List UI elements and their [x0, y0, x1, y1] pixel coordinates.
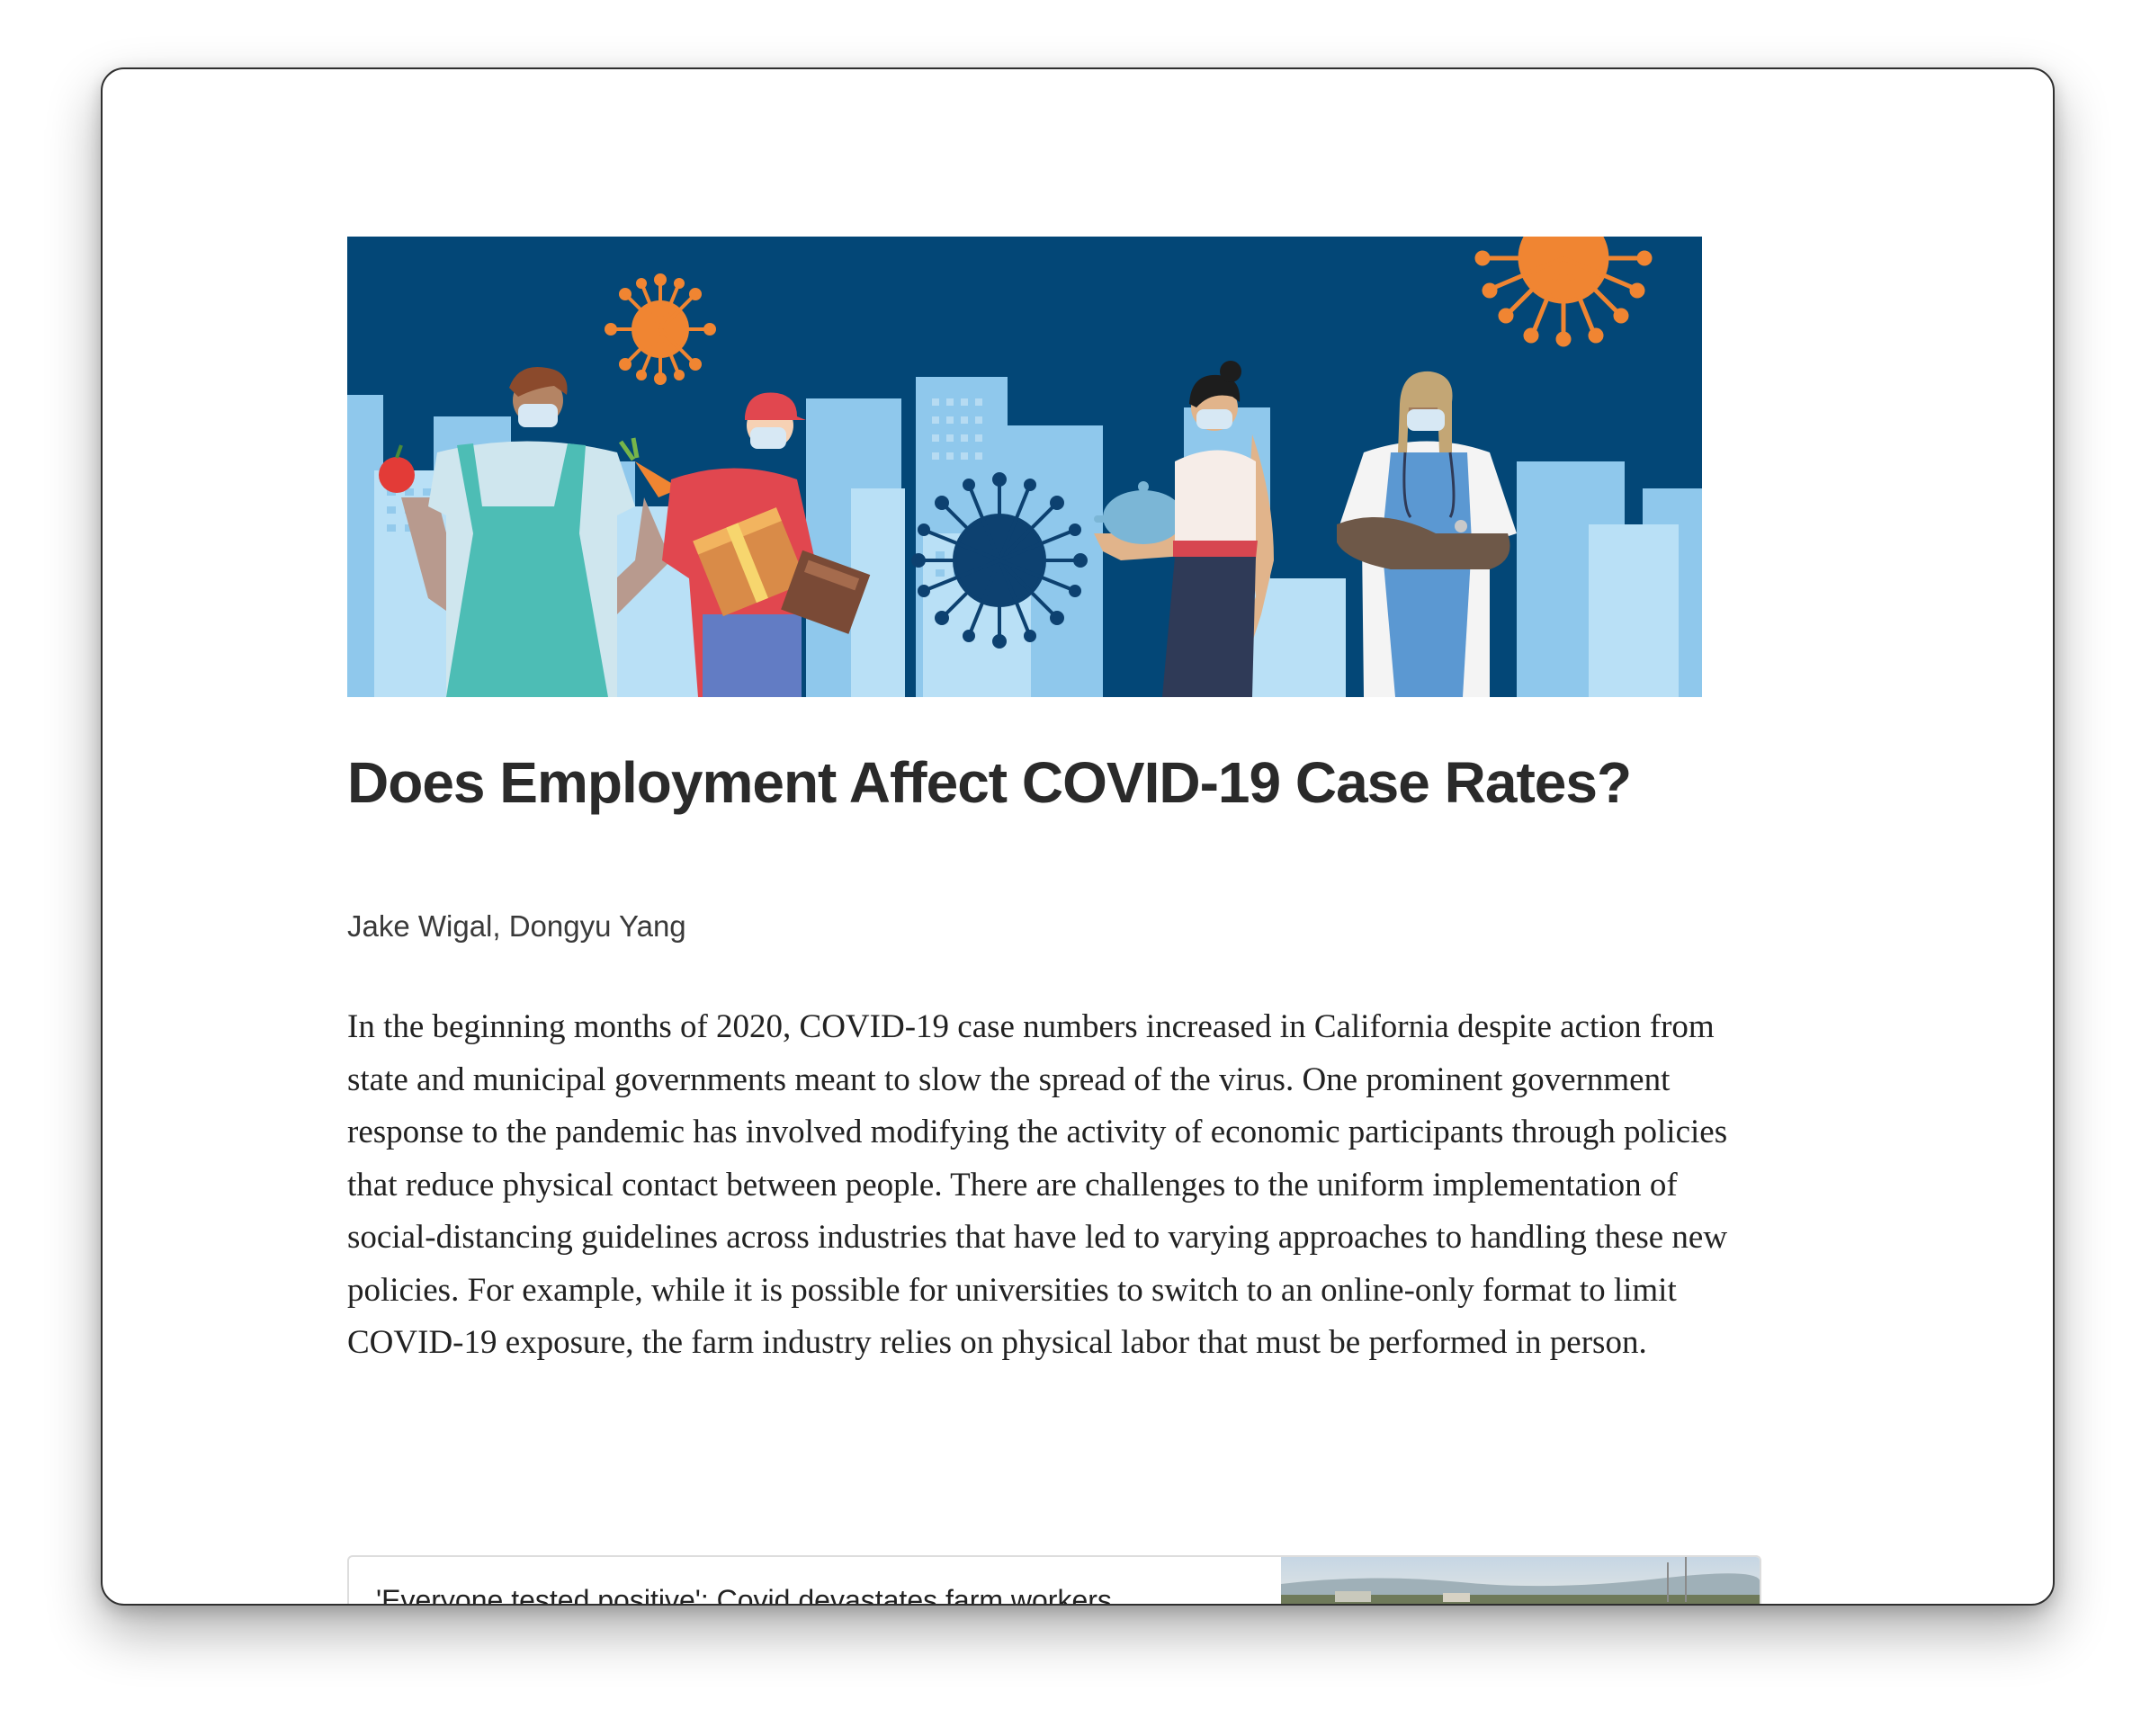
article-authors: Jake Wigal, Dongyu Yang [347, 909, 686, 943]
browser-window: Does Employment Affect COVID-19 Case Rat… [101, 67, 2055, 1606]
virus-icon [605, 273, 716, 385]
farm-field-thumbnail[interactable] [1281, 1557, 1760, 1606]
hero-illustration [347, 237, 1702, 697]
news-link-card[interactable]: 'Everyone tested positive': Covid devast… [347, 1555, 1761, 1606]
virus-icon [911, 472, 1088, 649]
article-paragraph: In the beginning months of 2020, COVID-1… [347, 1008, 1728, 1361]
news-link-title[interactable]: 'Everyone tested positive': Covid devast… [376, 1584, 1112, 1604]
article-title: Does Employment Affect COVID-19 Case Rat… [347, 750, 1632, 815]
